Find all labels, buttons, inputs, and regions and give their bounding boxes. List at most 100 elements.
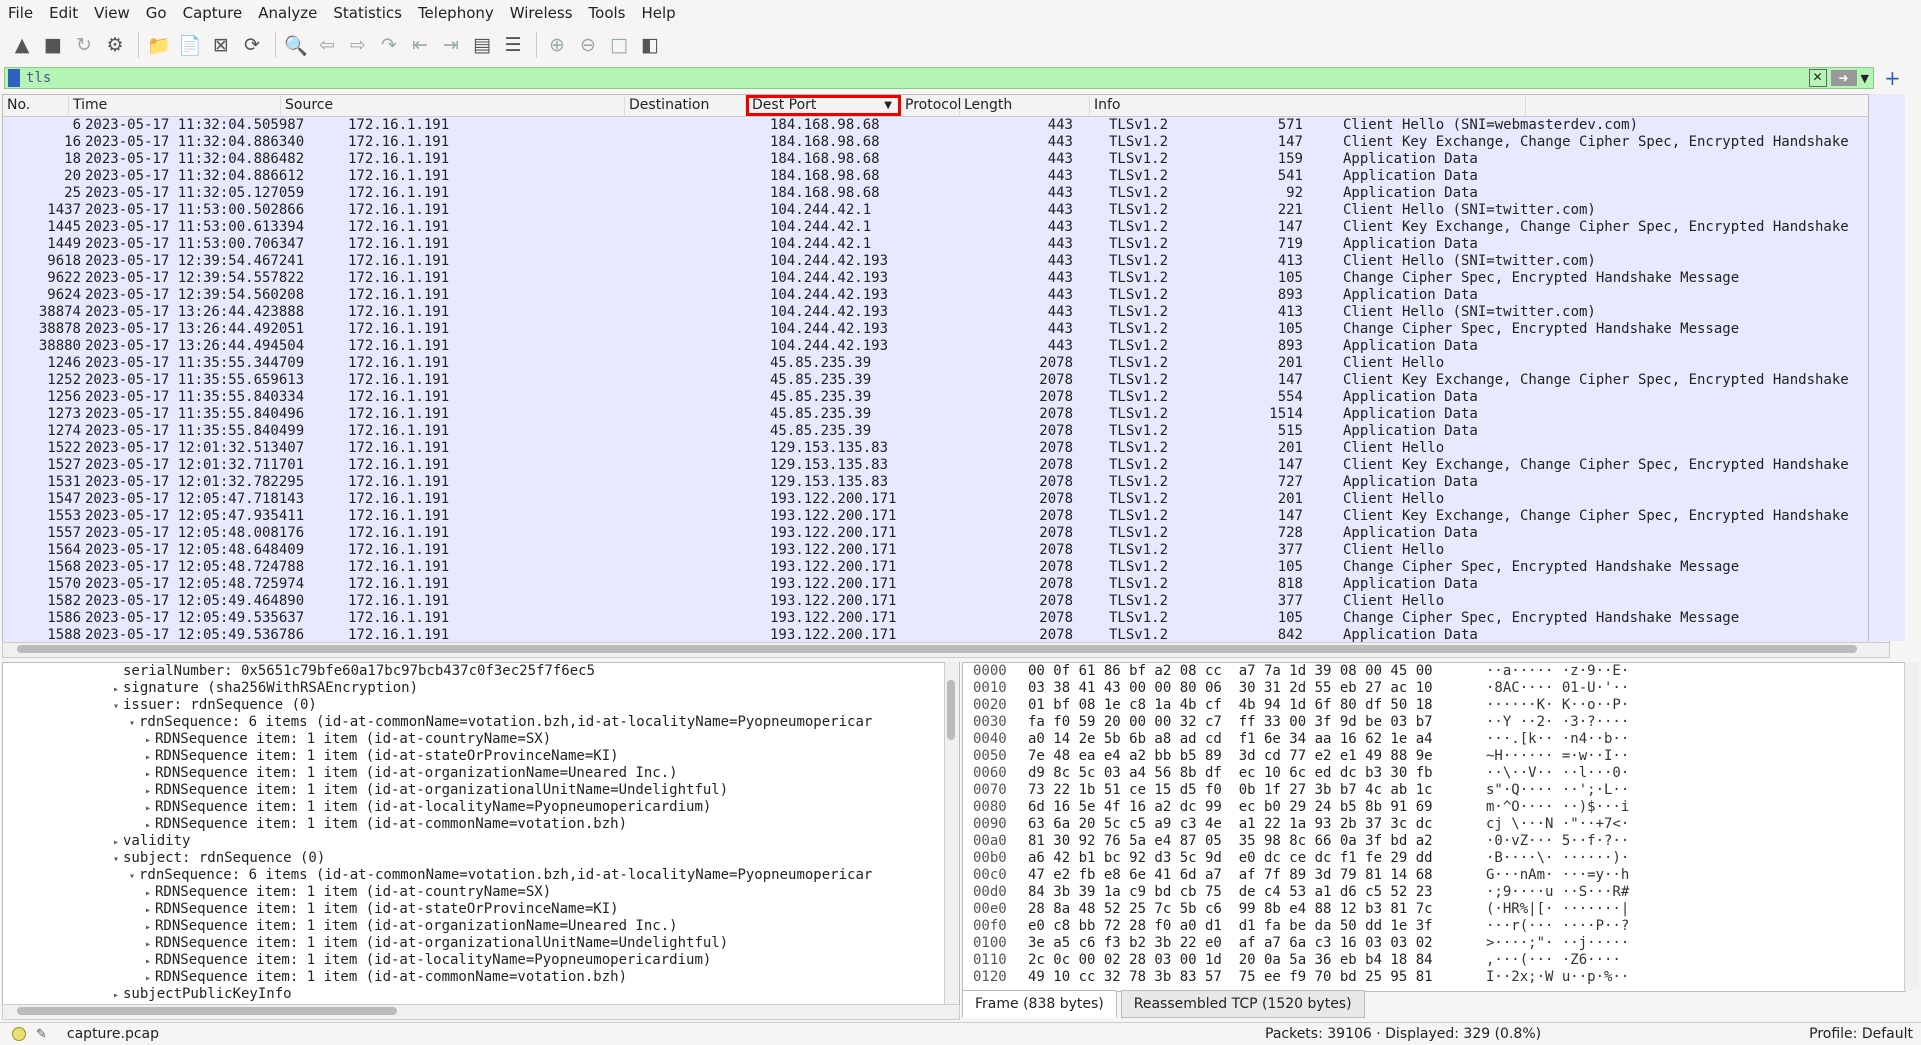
normal-size-icon[interactable]: □	[605, 31, 633, 59]
collapsed-chevron-right-icon[interactable]: ▸	[141, 817, 155, 834]
display-filter-input[interactable]: tls ✕ ➜ ▼	[4, 67, 1874, 89]
table-row[interactable]: 9622 2023-05-17 12:39:54.557822 172.16.1.1…	[3, 270, 1889, 287]
find-icon[interactable]: 🔍	[282, 31, 310, 59]
filter-history-chevron-down-icon[interactable]: ▼	[1861, 72, 1869, 85]
table-row[interactable]: 25 2023-05-17 11:32:05.127059 172.16.1.191…	[3, 185, 1889, 202]
collapsed-chevron-right-icon[interactable]: ▸	[141, 766, 155, 783]
bytes-row[interactable]: 0110 2c 0c 00 02 28 03 00 1d 20 0a 5a 36 …	[963, 952, 1905, 969]
tree-item[interactable]: ▸ RDNSequence item: 1 item (id-at-organiz…	[3, 782, 959, 799]
zoom-out-icon[interactable]: ⊖	[574, 31, 602, 59]
tree-item[interactable]: ▾ issuer: rdnSequence (0)	[3, 697, 959, 714]
shark-fin-start-icon[interactable]: ▲	[8, 31, 36, 59]
autoscroll-icon[interactable]: ▤	[468, 31, 496, 59]
tree-item[interactable]: ▸ RDNSequence item: 1 item (id-at-country…	[3, 884, 959, 901]
menu-analyze[interactable]: Analyze	[250, 0, 325, 26]
table-row[interactable]: 16 2023-05-17 11:32:04.886340 172.16.1.191…	[3, 134, 1889, 151]
close-file-icon[interactable]: ⊠	[207, 31, 235, 59]
table-row[interactable]: 1273 2023-05-17 11:35:55.840496 172.16.1.1…	[3, 406, 1889, 423]
expert-info-status-icon[interactable]	[12, 1027, 26, 1041]
table-row[interactable]: 9624 2023-05-17 12:39:54.560208 172.16.1.1…	[3, 287, 1889, 304]
tree-item[interactable]: ▸ RDNSequence item: 1 item (id-at-commonN…	[3, 816, 959, 833]
table-row[interactable]: 1553 2023-05-17 12:05:47.935411 172.16.1.1…	[3, 508, 1889, 525]
table-row[interactable]: 1568 2023-05-17 12:05:48.724788 172.16.1.1…	[3, 559, 1889, 576]
collapsed-chevron-right-icon[interactable]: ▸	[141, 800, 155, 817]
bytes-row[interactable]: 0100 3e a5 c6 f3 b2 3b 22 e0 af a7 6a c3 …	[963, 935, 1905, 952]
bytes-row[interactable]: 0060 d9 8c 5c 03 a4 56 8b df ec 10 6c ed …	[963, 765, 1905, 782]
tree-item[interactable]: ▾ rdnSequence: 6 items (id-at-commonName=…	[3, 714, 959, 731]
tree-item[interactable]: ▸ RDNSequence item: 1 item (id-at-organiz…	[3, 918, 959, 935]
column-header-dest-port[interactable]: Dest Port ▼	[746, 95, 901, 116]
tree-item[interactable]: ▸ subjectPublicKeyInfo	[3, 986, 959, 1003]
details-hscroll-thumb[interactable]	[17, 1007, 397, 1015]
display-filter-value[interactable]: tls	[26, 70, 1809, 86]
tree-item[interactable]: ▸ RDNSequence item: 1 item (id-at-stateOr…	[3, 748, 959, 765]
bytes-row[interactable]: 0090 63 6a 20 5c c5 a9 c3 4e a1 22 1a 93 …	[963, 816, 1905, 833]
bytes-row[interactable]: 00a0 81 30 92 76 5a e4 87 05 35 98 8c 66 …	[963, 833, 1905, 850]
table-row[interactable]: 1252 2023-05-17 11:35:55.659613 172.16.1.1…	[3, 372, 1889, 389]
bytes-scrollbar[interactable]	[1904, 662, 1919, 990]
table-row[interactable]: 1582 2023-05-17 12:05:49.464890 172.16.1.1…	[3, 593, 1889, 610]
restart-icon[interactable]: ↻	[70, 31, 98, 59]
apply-filter-icon[interactable]: ➜	[1830, 70, 1857, 86]
collapsed-chevron-right-icon[interactable]: ▸	[141, 919, 155, 936]
table-row[interactable]: 1445 2023-05-17 11:53:00.613394 172.16.1.1…	[3, 219, 1889, 236]
status-profile[interactable]: Profile: Default	[1809, 1026, 1913, 1042]
collapsed-chevron-right-icon[interactable]: ▸	[109, 681, 123, 698]
table-row[interactable]: 6 2023-05-17 11:32:04.505987 172.16.1.191 1…	[3, 117, 1889, 134]
tree-item[interactable]: ▸ RDNSequence item: 1 item (id-at-organiz…	[3, 935, 959, 952]
tree-item[interactable]: ▾ subject: rdnSequence (0)	[3, 850, 959, 867]
tree-item[interactable]: ▸ RDNSequence item: 1 item (id-at-organiz…	[3, 765, 959, 782]
menu-view[interactable]: View	[86, 0, 138, 26]
table-row[interactable]: 1246 2023-05-17 11:35:55.344709 172.16.1.1…	[3, 355, 1889, 372]
table-row[interactable]: 1564 2023-05-17 12:05:48.648409 172.16.1.1…	[3, 542, 1889, 559]
menu-tools[interactable]: Tools	[581, 0, 634, 26]
add-filter-button-plus-icon[interactable]: +	[1884, 66, 1901, 90]
tree-item[interactable]: ▸ RDNSequence item: 1 item (id-at-commonN…	[3, 969, 959, 986]
details-scroll-thumb[interactable]	[947, 680, 955, 740]
bytes-row[interactable]: 00b0 a6 42 b1 bc 92 d3 5c 9d e0 dc ce dc …	[963, 850, 1905, 867]
details-scrollbar[interactable]	[944, 662, 959, 1012]
table-row[interactable]: 38878 2023-05-17 13:26:44.492051 172.16.1.…	[3, 321, 1889, 338]
table-row[interactable]: 1588 2023-05-17 12:05:49.536786 172.16.1.1…	[3, 627, 1889, 642]
table-row[interactable]: 38874 2023-05-17 13:26:44.423888 172.16.1.…	[3, 304, 1889, 321]
bytes-row[interactable]: 00e0 28 8a 48 52 25 7c 5b c6 99 8b e4 88 …	[963, 901, 1905, 918]
table-row[interactable]: 1449 2023-05-17 11:53:00.706347 172.16.1.1…	[3, 236, 1889, 253]
table-row[interactable]: 1527 2023-05-17 12:01:32.711701 172.16.1.1…	[3, 457, 1889, 474]
tree-item[interactable]: ▸ validity	[3, 833, 959, 850]
table-row[interactable]: 1522 2023-05-17 12:01:32.513407 172.16.1.1…	[3, 440, 1889, 457]
filter-bookmark-icon[interactable]	[8, 69, 20, 87]
collapsed-chevron-right-icon[interactable]: ▸	[141, 953, 155, 970]
column-header-destination[interactable]: Destination	[625, 95, 746, 116]
forward-arrow-icon[interactable]: ⇨	[344, 31, 372, 59]
table-row[interactable]: 1557 2023-05-17 12:05:48.008176 172.16.1.1…	[3, 525, 1889, 542]
last-packet-icon[interactable]: ⇥	[437, 31, 465, 59]
save-icon[interactable]: 📄	[176, 31, 204, 59]
resize-columns-icon[interactable]: ◧	[636, 31, 664, 59]
packet-list-hscrollbar[interactable]	[2, 642, 1890, 658]
tree-item[interactable]: ▸ RDNSequence item: 1 item (id-at-stateOr…	[3, 901, 959, 918]
details-hscrollbar[interactable]	[2, 1004, 960, 1020]
tree-item[interactable]: ▸ RDNSequence item: 1 item (id-at-localit…	[3, 952, 959, 969]
menu-statistics[interactable]: Statistics	[325, 0, 410, 26]
menu-file[interactable]: File	[0, 0, 41, 26]
table-row[interactable]: 38880 2023-05-17 13:26:44.494504 172.16.1.…	[3, 338, 1889, 355]
table-row[interactable]: 1586 2023-05-17 12:05:49.535637 172.16.1.1…	[3, 610, 1889, 627]
column-header-info[interactable]: Info	[1090, 95, 1526, 116]
reload-icon[interactable]: ⟳	[238, 31, 266, 59]
tree-item[interactable]: serialNumber: 0x5651c79bfe60a17bc97bcb43…	[3, 663, 959, 680]
table-row[interactable]: 20 2023-05-17 11:32:04.886612 172.16.1.191…	[3, 168, 1889, 185]
bytes-row[interactable]: 00f0 e0 c8 bb 72 28 f0 a0 d1 d1 fa be da …	[963, 918, 1905, 935]
table-row[interactable]: 1547 2023-05-17 12:05:47.718143 172.16.1.1…	[3, 491, 1889, 508]
stop-icon[interactable]: ■	[39, 31, 67, 59]
hscroll-thumb[interactable]	[17, 645, 1857, 653]
bytes-row[interactable]: 0020 01 bf 08 1e c8 1a 4b cf 4b 94 1d 6f …	[963, 697, 1905, 714]
goto-packet-icon[interactable]: ↷	[375, 31, 403, 59]
bytes-row[interactable]: 0030 fa f0 59 20 00 00 32 c7 ff 33 00 3f …	[963, 714, 1905, 731]
bytes-row[interactable]: 0070 73 22 1b 51 ce 15 d5 f0 0b 1f 27 3b …	[963, 782, 1905, 799]
menu-edit[interactable]: Edit	[41, 0, 86, 26]
table-row[interactable]: 1274 2023-05-17 11:35:55.840499 172.16.1.1…	[3, 423, 1889, 440]
expanded-chevron-down-icon[interactable]: ▾	[109, 698, 123, 715]
tab-reassembled-tcp[interactable]: Reassembled TCP (1520 bytes)	[1120, 990, 1365, 1018]
clear-filter-icon[interactable]: ✕	[1808, 69, 1827, 87]
table-row[interactable]: 18 2023-05-17 11:32:04.886482 172.16.1.191…	[3, 151, 1889, 168]
